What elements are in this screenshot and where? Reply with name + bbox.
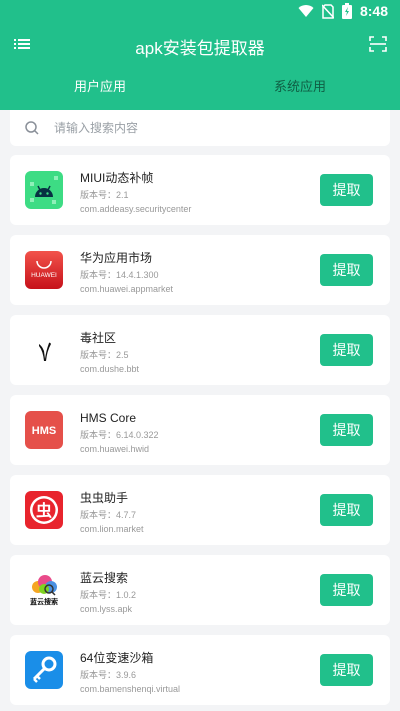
no-sim-icon	[321, 3, 334, 19]
chongchong-icon: 虫	[25, 491, 63, 529]
extract-button[interactable]: 提取	[320, 574, 373, 606]
tab-system-apps[interactable]: 系统应用	[200, 76, 400, 102]
search-bar	[10, 110, 390, 146]
dushe-icon	[25, 331, 63, 369]
scan-icon	[369, 36, 387, 52]
app-package: com.huawei.appmarket	[80, 284, 174, 294]
app-info: 64位变速沙箱 版本号：3.9.6 com.bamenshenqi.virtua…	[80, 651, 180, 695]
header: 8:48 apk安装包提取器 用户应用 系统应用	[0, 0, 400, 110]
app-version: 版本号：1.0.2	[80, 590, 137, 600]
app-version: 版本号：6.14.0.322	[80, 430, 159, 440]
app-version: 版本号：3.9.6	[80, 670, 137, 680]
app-name: 蓝云搜索	[80, 571, 129, 585]
app-package: com.addeasy.securitycenter	[80, 204, 192, 214]
extract-button[interactable]: 提取	[320, 654, 373, 686]
app-card: 64位变速沙箱 版本号：3.9.6 com.bamenshenqi.virtua…	[10, 635, 390, 705]
svg-text:HUAWEI: HUAWEI	[31, 272, 57, 279]
app-package: com.bamenshenqi.virtual	[80, 684, 181, 694]
app-card: MIUI动态补帧 版本号：2.1 com.addeasy.securitycen…	[10, 155, 390, 225]
app-package: com.huawei.hwid	[80, 444, 150, 454]
app-name: 华为应用市场	[80, 251, 153, 265]
svg-text:蓝云搜索: 蓝云搜索	[30, 597, 58, 606]
app-name: 虫虫助手	[80, 491, 129, 505]
search-input[interactable]	[54, 118, 374, 138]
android-icon	[25, 171, 63, 209]
battery-icon	[341, 3, 352, 19]
app-info: 毒社区 版本号：2.5 com.dushe.bbt	[80, 331, 139, 375]
lanyun-icon: 蓝云搜索	[25, 571, 63, 609]
app-version: 版本号：4.7.7	[80, 510, 137, 520]
app-info: HMS Core 版本号：6.14.0.322 com.huawei.hwid	[80, 411, 159, 455]
wifi-icon	[298, 5, 314, 18]
extract-button[interactable]: 提取	[320, 254, 373, 286]
app-package: com.lyss.apk	[80, 604, 133, 614]
scan-button[interactable]	[368, 34, 388, 54]
app-card: 蓝云搜索 蓝云搜索 版本号：1.0.2 com.lyss.apk 提取	[10, 555, 390, 625]
status-icons: 8:48	[298, 3, 388, 19]
svg-text:HMS: HMS	[32, 425, 56, 437]
extract-button[interactable]: 提取	[320, 334, 373, 366]
huawei-icon: HUAWEI	[25, 251, 63, 289]
hms-icon: HMS	[25, 411, 63, 449]
tab-user-apps[interactable]: 用户应用	[0, 76, 200, 102]
status-bar: 8:48	[0, 0, 400, 24]
app-package: com.lion.market	[80, 524, 144, 534]
app-card: 毒社区 版本号：2.5 com.dushe.bbt 提取	[10, 315, 390, 385]
extract-button[interactable]: 提取	[320, 494, 373, 526]
app-bar: apk安装包提取器	[0, 28, 400, 60]
app-package: com.dushe.bbt	[80, 364, 140, 374]
app-name: 64位变速沙箱	[80, 651, 154, 665]
app-info: MIUI动态补帧 版本号：2.1 com.addeasy.securitycen…	[80, 171, 191, 215]
app-card: 虫 虫虫助手 版本号：4.7.7 com.lion.market 提取	[10, 475, 390, 545]
sandbox-icon	[25, 651, 63, 689]
app-version: 版本号：2.5	[80, 350, 129, 360]
app-info: 蓝云搜索 版本号：1.0.2 com.lyss.apk	[80, 571, 136, 615]
status-time: 8:48	[359, 3, 388, 19]
app-info: 华为应用市场 版本号：14.4.1.300 com.huawei.appmark…	[80, 251, 173, 295]
svg-text:虫: 虫	[36, 501, 52, 520]
tab-bar: 用户应用 系统应用	[0, 76, 400, 102]
app-list: MIUI动态补帧 版本号：2.1 com.addeasy.securitycen…	[10, 155, 390, 711]
app-name: 毒社区	[80, 331, 117, 345]
search-icon	[25, 121, 39, 135]
extract-button[interactable]: 提取	[320, 174, 373, 206]
app-name: MIUI动态补帧	[80, 171, 154, 185]
app-name: HMS Core	[80, 411, 137, 425]
app-card: HUAWEI 华为应用市场 版本号：14.4.1.300 com.huawei.…	[10, 235, 390, 305]
app-info: 虫虫助手 版本号：4.7.7 com.lion.market	[80, 491, 144, 535]
app-version: 版本号：2.1	[80, 190, 129, 200]
app-title: apk安装包提取器	[135, 39, 265, 58]
app-version: 版本号：14.4.1.300	[80, 270, 159, 280]
app-card: HMS HMS Core 版本号：6.14.0.322 com.huawei.h…	[10, 395, 390, 465]
extract-button[interactable]: 提取	[320, 414, 373, 446]
